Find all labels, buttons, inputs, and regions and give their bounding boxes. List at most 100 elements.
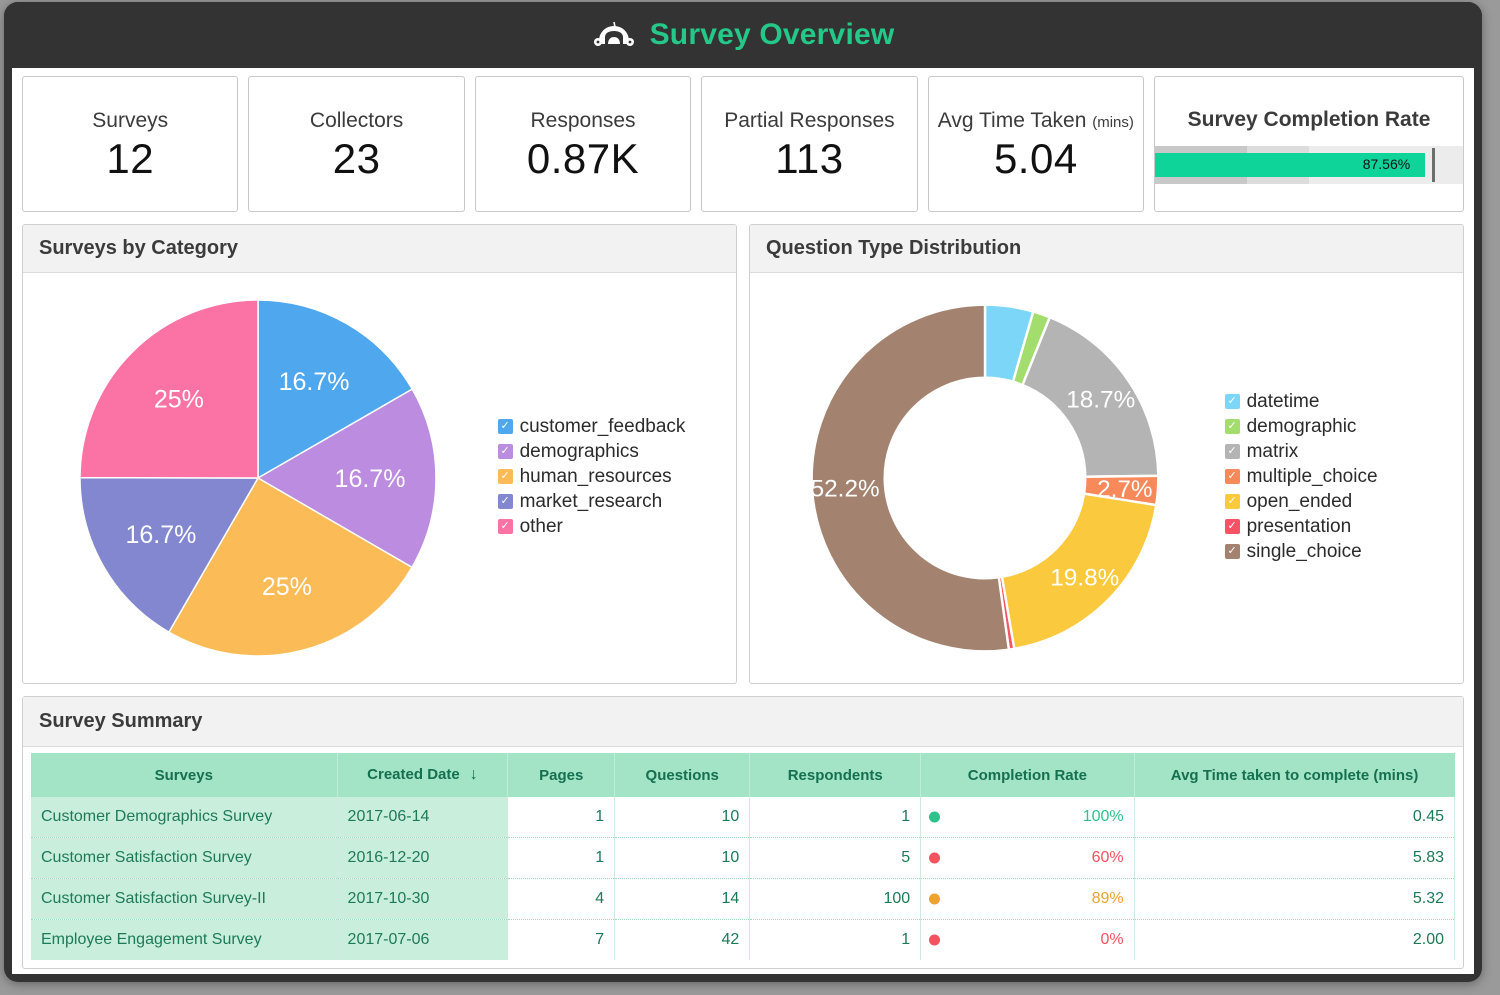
legend-label: human_resources [520, 466, 672, 488]
legend-item-demographics[interactable]: ✓ demographics [498, 441, 736, 463]
cell-pages: 1 [508, 797, 615, 838]
completion-rate-label: Survey Completion Rate [1188, 108, 1431, 132]
completion-rate-text: 89% [1092, 890, 1124, 907]
column-header-avg-time[interactable]: Avg Time taken to complete (mins) [1134, 753, 1454, 797]
arrow-down-icon: ↓ [470, 766, 478, 783]
panel-title-survey-summary: Survey Summary [23, 697, 1463, 747]
kpi-value: 23 [333, 135, 381, 183]
status-dot-icon [929, 894, 940, 905]
cell-pages: 1 [508, 838, 615, 879]
kpi-card-avg-time-taken[interactable]: Avg Time Taken (mins) 5.04 [928, 76, 1144, 212]
checkbox-icon[interactable]: ✓ [498, 469, 513, 484]
checkbox-icon[interactable]: ✓ [1225, 419, 1240, 434]
checkbox-icon[interactable]: ✓ [1225, 544, 1240, 559]
pie-chart-surveys-by-category[interactable]: 16.7%16.7%25%16.7%25% [23, 273, 494, 683]
completion-rate-text: 100% [1083, 808, 1124, 825]
legend-label: single_choice [1247, 541, 1362, 563]
summary-table-wrapper: Surveys Created Date↓ Pages Questions Re… [23, 747, 1463, 968]
kpi-value: 113 [775, 135, 843, 183]
cell-questions: 42 [615, 920, 750, 961]
legend-item-other[interactable]: ✓other [498, 516, 736, 538]
checkbox-icon[interactable]: ✓ [498, 519, 513, 534]
dashboard-canvas: Surveys 12 Collectors 23 Responses 0.87K… [12, 68, 1474, 974]
status-dot-icon [929, 812, 940, 823]
completion-rate-bullet-chart[interactable]: 87.56% [1155, 146, 1463, 184]
charts-row: Surveys by Category 16.7%16.7%25%16.7%25… [22, 224, 1464, 684]
table-row[interactable]: Customer Satisfaction Survey2016-12-2011… [31, 838, 1455, 879]
cell-respondents: 1 [750, 797, 921, 838]
cell-completion-rate: 60% [921, 838, 1135, 879]
checkbox-icon[interactable]: ✓ [498, 494, 513, 509]
checkbox-icon[interactable]: ✓ [498, 419, 513, 434]
legend-label: demographic [1247, 416, 1357, 438]
legend-label: demographics [520, 441, 639, 463]
legend-label: market_research [520, 491, 663, 513]
legend-label: datetime [1247, 391, 1320, 413]
checkbox-icon[interactable]: ✓ [1225, 519, 1240, 534]
kpi-card-survey-completion-rate[interactable]: Survey Completion Rate 87.56% [1154, 76, 1464, 212]
column-header-completion-rate[interactable]: Completion Rate [921, 753, 1135, 797]
panel-survey-summary: Survey Summary Surveys Created Date↓ [22, 696, 1464, 969]
kpi-label: Avg Time Taken (mins) [938, 109, 1134, 133]
summary-table-head: Surveys Created Date↓ Pages Questions Re… [31, 753, 1455, 797]
cell-avg-time: 0.45 [1134, 797, 1454, 838]
legend-item-customer_feedback[interactable]: ✓ customer_feedback [498, 416, 736, 438]
column-header-created-date[interactable]: Created Date↓ [337, 753, 508, 797]
legend-item-datetime[interactable]: ✓ datetime [1225, 391, 1463, 413]
legend-item-open_ended[interactable]: ✓open_ended [1225, 491, 1463, 513]
kpi-value: 5.04 [994, 135, 1078, 183]
checkbox-icon[interactable]: ✓ [1225, 394, 1240, 409]
kpi-card-responses[interactable]: Responses 0.87K [475, 76, 691, 212]
cell-survey-name: Employee Engagement Survey [31, 920, 337, 961]
legend-item-multiple_choice[interactable]: ✓ multiple_choice [1225, 466, 1463, 488]
completion-rate-text: 60% [1092, 849, 1124, 866]
kpi-label: Surveys [92, 109, 168, 133]
checkbox-icon[interactable]: ✓ [1225, 444, 1240, 459]
kpi-label: Collectors [310, 109, 403, 133]
cell-completion-rate: 100% [921, 797, 1135, 838]
donut-chart-question-type[interactable]: 18.7%2.7%19.8%52.2% [750, 273, 1221, 683]
cell-survey-name: Customer Satisfaction Survey [31, 838, 337, 879]
summary-table: Surveys Created Date↓ Pages Questions Re… [31, 753, 1455, 960]
cell-avg-time: 5.83 [1134, 838, 1454, 879]
robot-head-icon [592, 20, 636, 50]
checkbox-icon[interactable]: ✓ [498, 444, 513, 459]
table-row[interactable]: Customer Satisfaction Survey-II2017-10-3… [31, 879, 1455, 920]
kpi-value: 0.87K [527, 135, 639, 183]
column-header-respondents[interactable]: Respondents [750, 753, 921, 797]
table-row[interactable]: Employee Engagement Survey2017-07-067421… [31, 920, 1455, 961]
legend-item-single_choice[interactable]: ✓ single_choice [1225, 541, 1463, 563]
legend-item-matrix[interactable]: ✓ matrix [1225, 441, 1463, 463]
panel-body-question-type-distribution: 18.7%2.7%19.8%52.2% ✓ datetime ✓ demographi… [750, 273, 1463, 683]
legend-label: matrix [1247, 441, 1299, 463]
table-row[interactable]: Customer Demographics Survey2017-06-1411… [31, 797, 1455, 838]
cell-created-date: 2017-06-14 [337, 797, 508, 838]
legend-question-type[interactable]: ✓ datetime ✓ demographic ✓ matrix ✓ multiple_ch… [1221, 391, 1463, 566]
kpi-card-surveys[interactable]: Surveys 12 [22, 76, 238, 212]
panel-surveys-by-category: Surveys by Category 16.7%16.7%25%16.7%25… [22, 224, 737, 684]
legend-surveys-by-category[interactable]: ✓ customer_feedback ✓ demographics ✓ human_re… [494, 416, 736, 541]
column-header-questions[interactable]: Questions [615, 753, 750, 797]
panel-question-type-distribution: Question Type Distribution 18.7%2.7%19.8… [749, 224, 1464, 684]
kpi-card-partial-responses[interactable]: Partial Responses 113 [701, 76, 917, 212]
panel-title-question-type-distribution: Question Type Distribution [750, 225, 1463, 273]
cell-completion-rate: 0% [921, 920, 1135, 961]
legend-item-human_resources[interactable]: ✓ human_resources [498, 466, 736, 488]
kpi-card-collectors[interactable]: Collectors 23 [248, 76, 464, 212]
legend-item-demographic[interactable]: ✓ demographic [1225, 416, 1463, 438]
pie-chart-svg: 16.7%16.7%25%16.7%25% [68, 288, 448, 668]
cell-survey-name: Customer Demographics Survey [31, 797, 337, 838]
kpi-label: Responses [530, 109, 635, 133]
slice-label-human_resources: 25% [262, 573, 312, 601]
status-dot-icon [929, 853, 940, 864]
legend-item-market_research[interactable]: ✓ market_research [498, 491, 736, 513]
cell-questions: 14 [615, 879, 750, 920]
checkbox-icon[interactable]: ✓ [1225, 469, 1240, 484]
column-header-surveys[interactable]: Surveys [31, 753, 337, 797]
legend-item-presentation[interactable]: ✓presentation [1225, 516, 1463, 538]
summary-header-row: Surveys Created Date↓ Pages Questions Re… [31, 753, 1455, 797]
legend-label: multiple_choice [1247, 466, 1378, 488]
column-header-pages[interactable]: Pages [508, 753, 615, 797]
checkbox-icon[interactable]: ✓ [1225, 494, 1240, 509]
legend-label: customer_feedback [520, 416, 686, 438]
